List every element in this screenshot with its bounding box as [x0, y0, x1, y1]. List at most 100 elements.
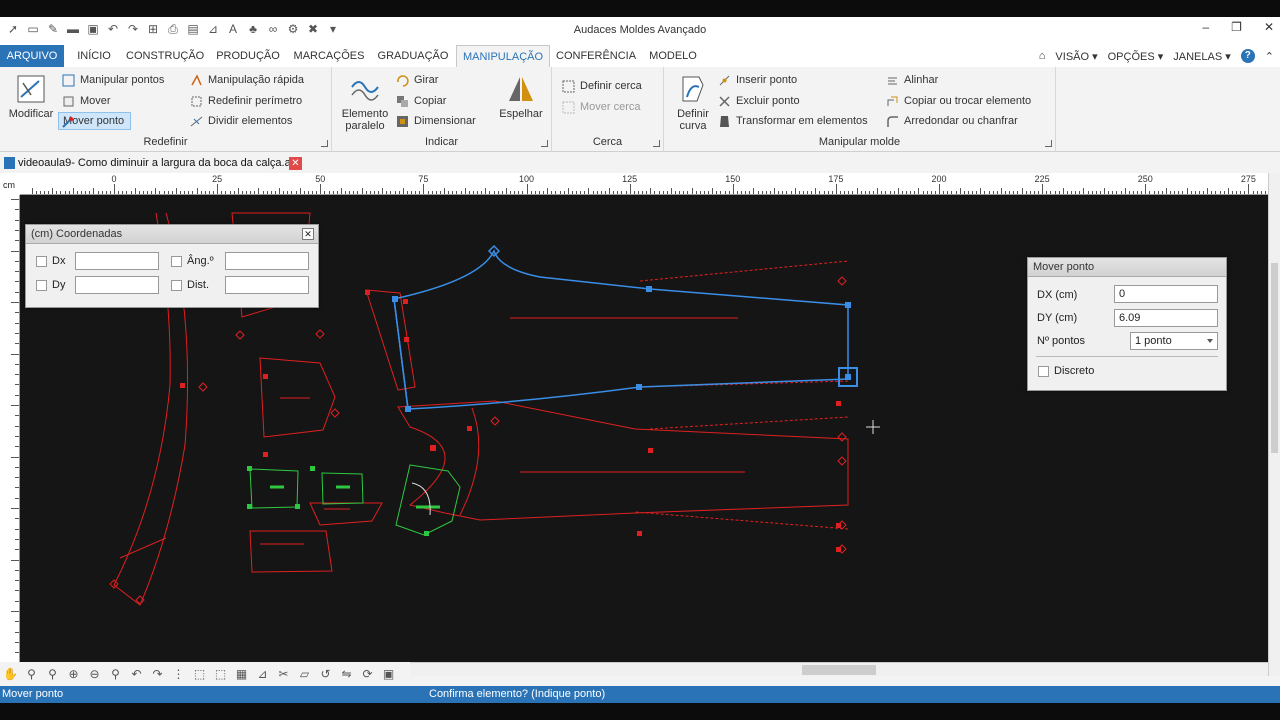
group-cerca-launcher[interactable]: [653, 140, 660, 147]
dist-input[interactable]: [225, 276, 309, 294]
tab-marcacoes[interactable]: MARCAÇÕES: [292, 45, 366, 67]
tab-producao[interactable]: PRODUÇÃO: [214, 45, 282, 67]
ruler-tick: [1182, 191, 1184, 194]
dist-checkbox[interactable]: [171, 280, 182, 291]
angle-checkbox[interactable]: [171, 256, 182, 267]
menu-janelas[interactable]: JANELAS ▾: [1173, 50, 1231, 63]
zoom-all-icon[interactable]: ⚲: [107, 666, 124, 682]
vruler-tick: [15, 291, 19, 293]
flip-piece-icon[interactable]: ⇋: [338, 666, 355, 682]
horizontal-scrollbar[interactable]: [410, 662, 1268, 676]
pattern-piece-strip[interactable]: [309, 502, 383, 526]
collapse-ribbon-icon[interactable]: ⌃: [1265, 50, 1274, 63]
home-icon[interactable]: ⌂: [1039, 50, 1046, 62]
measure-icon[interactable]: ⊿: [254, 666, 271, 682]
dx-coord-input[interactable]: [75, 252, 159, 270]
close-icon[interactable]: ✕: [1264, 20, 1274, 34]
vertical-scrollbar[interactable]: [1268, 173, 1280, 676]
tab-conferencia[interactable]: CONFERÊNCIA: [556, 45, 636, 67]
dx-input[interactable]: 0: [1114, 285, 1218, 303]
modificar-button[interactable]: Modificar: [4, 73, 58, 120]
inserir-ponto-button[interactable]: Inserir ponto: [716, 71, 797, 90]
npontos-select[interactable]: 1 ponto: [1130, 332, 1218, 350]
refresh-icon[interactable]: ⟳: [359, 666, 376, 682]
angle-input[interactable]: [225, 252, 309, 270]
vruler-tick: [11, 199, 19, 200]
zoom-window-icon[interactable]: ⚲: [44, 666, 61, 682]
dy-input[interactable]: 6.09: [1114, 309, 1218, 327]
discreto-checkbox[interactable]: [1038, 366, 1049, 377]
manipular-pontos-button[interactable]: Manipular pontos: [60, 71, 164, 90]
redo-view-icon[interactable]: ↷: [149, 666, 166, 682]
tab-modelo[interactable]: MODELO: [644, 45, 702, 67]
ruler-tick: [761, 191, 763, 194]
elemento-paralelo-button[interactable]: Elemento paralelo: [338, 73, 392, 132]
ruler-tick: [712, 188, 714, 194]
definir-cerca-button[interactable]: Definir cerca: [560, 77, 642, 96]
vruler-tick: [15, 518, 19, 520]
ruler-tick: [283, 191, 285, 194]
close-document-icon[interactable]: ✕: [289, 157, 302, 170]
document-tab[interactable]: videoaula9- Como diminuir a largura da b…: [2, 155, 302, 172]
minimize-icon[interactable]: –: [1202, 20, 1209, 34]
ruler-tick: [204, 191, 206, 194]
mover-ponto-button[interactable]: Mover ponto: [58, 112, 132, 130]
definir-curva-button[interactable]: Definir curva: [668, 73, 718, 132]
selected-piece-back[interactable]: [393, 249, 849, 410]
zoom-out-icon[interactable]: ⊖: [86, 666, 103, 682]
excluir-ponto-button[interactable]: Excluir ponto: [716, 92, 800, 111]
tab-graduacao[interactable]: GRADUAÇÃO: [376, 45, 450, 67]
group-manipular-molde-launcher[interactable]: [1045, 140, 1052, 147]
copiar-button[interactable]: Copiar: [394, 92, 446, 111]
horizontal-scroll-thumb[interactable]: [802, 665, 876, 675]
alinhar-button[interactable]: Alinhar: [884, 71, 938, 90]
mover-cerca-button[interactable]: Mover cerca: [560, 98, 641, 117]
tab-inicio[interactable]: INÍCIO: [70, 45, 118, 67]
pattern-piece-rect[interactable]: [249, 530, 333, 573]
ruler-tick: [1009, 191, 1011, 194]
drawing-canvas[interactable]: (cm) Coordenadas ✕ Dx Âng.º Dy Dist. Mov…: [20, 195, 1268, 676]
ruler-tick: [860, 191, 862, 194]
help-icon[interactable]: ?: [1240, 49, 1255, 63]
redefinir-perimetro-button[interactable]: Redefinir perímetro: [188, 92, 302, 111]
coordinates-close-icon[interactable]: ✕: [302, 228, 314, 240]
girar-button[interactable]: Girar: [394, 71, 438, 90]
cut-icon[interactable]: ✂: [275, 666, 292, 682]
vertical-scroll-thumb[interactable]: [1271, 263, 1278, 453]
transformar-button[interactable]: Transformar em elementos: [716, 112, 868, 131]
zoom-in-icon[interactable]: ⊕: [65, 666, 82, 682]
pan-hand-icon[interactable]: ✋: [2, 666, 19, 682]
menu-opcoes[interactable]: OPÇÕES ▾: [1108, 50, 1164, 63]
rotate-piece-icon[interactable]: ↺: [317, 666, 334, 682]
arredondar-button[interactable]: Arredondar ou chanfrar: [884, 112, 1018, 131]
vruler-tick: [15, 209, 19, 211]
green-pieces[interactable]: [249, 464, 461, 536]
layers-icon[interactable]: ▦: [233, 666, 250, 682]
mover-button[interactable]: Mover: [60, 92, 111, 111]
grid-icon[interactable]: ⋮: [170, 666, 187, 682]
group-indicar-launcher[interactable]: [541, 140, 548, 147]
display-icon[interactable]: ▣: [380, 666, 397, 682]
espelhar-button[interactable]: Espelhar: [496, 73, 546, 120]
undo-view-icon[interactable]: ↶: [128, 666, 145, 682]
dy-checkbox[interactable]: [36, 280, 47, 291]
dx-checkbox[interactable]: [36, 256, 47, 267]
dimensionar-button[interactable]: Dimensionar: [394, 112, 476, 131]
snap-icon[interactable]: ⬚: [212, 666, 229, 682]
ruler-tick: [56, 191, 58, 194]
tab-construcao[interactable]: CONSTRUÇÃO: [126, 45, 204, 67]
manipulacao-rapida-button[interactable]: Manipulação rápida: [188, 71, 304, 90]
dy-coord-input[interactable]: [75, 276, 159, 294]
tab-arquivo[interactable]: ARQUIVO: [0, 45, 64, 67]
select-icon[interactable]: ⬚: [191, 666, 208, 682]
maximize-icon[interactable]: ❐: [1231, 20, 1242, 34]
zoom-icon[interactable]: ⚲: [23, 666, 40, 682]
piece-icon[interactable]: ▱: [296, 666, 313, 682]
group-redefinir-launcher[interactable]: [321, 140, 328, 147]
status-left: Mover ponto: [2, 688, 64, 700]
dividir-elementos-button[interactable]: Dividir elementos: [188, 112, 292, 131]
menu-visao[interactable]: VISÃO ▾: [1055, 50, 1097, 63]
tab-manipulacao[interactable]: MANIPULAÇÃO: [456, 45, 550, 67]
copiar-trocar-button[interactable]: Copiar ou trocar elemento: [884, 92, 1031, 111]
ruler-tick: [89, 191, 91, 194]
